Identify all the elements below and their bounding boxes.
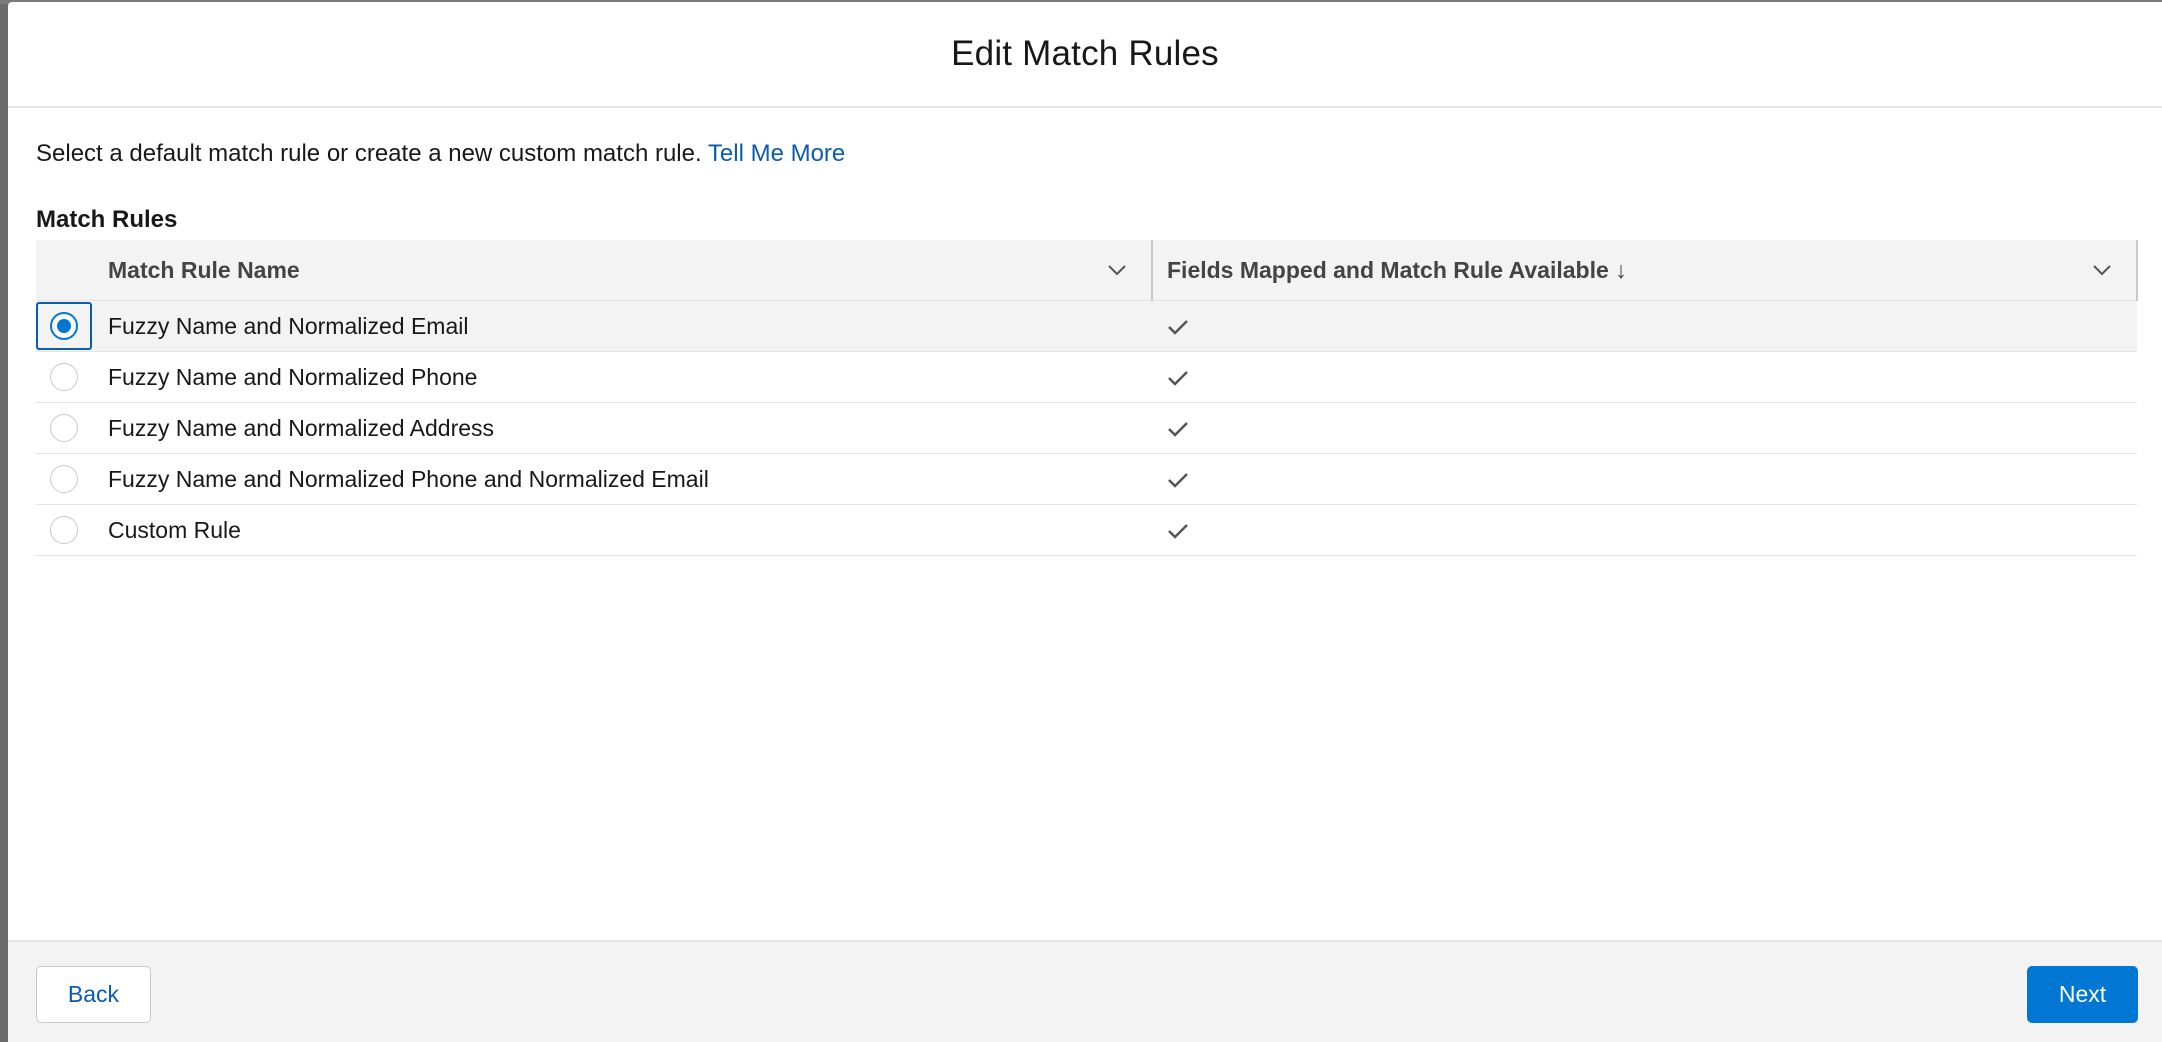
modal-title: Edit Match Rules xyxy=(951,34,1219,73)
table-row[interactable]: Fuzzy Name and Normalized Phone and Norm… xyxy=(36,453,2137,505)
column-header-match-rule-name[interactable]: Match Rule Name xyxy=(106,240,1152,301)
chevron-down-icon[interactable] xyxy=(1105,258,1129,282)
checkmark-icon xyxy=(1168,320,1188,336)
column-header-fields-mapped[interactable]: Fields Mapped and Match Rule Available ↓ xyxy=(1151,240,2138,301)
chevron-down-icon[interactable] xyxy=(2090,258,2114,282)
match-rule-name: Fuzzy Name and Normalized Address xyxy=(106,402,1152,454)
modal-footer: Back Next xyxy=(8,940,2162,1042)
radio-column-header xyxy=(36,240,106,301)
match-rule-name: Fuzzy Name and Normalized Phone xyxy=(106,351,1152,403)
match-rule-name: Fuzzy Name and Normalized Phone and Norm… xyxy=(106,453,1152,505)
table-row[interactable]: Fuzzy Name and Normalized Email xyxy=(36,300,2137,352)
edit-match-rules-modal: Edit Match Rules Select a default match … xyxy=(8,2,2162,1042)
radio-button-selected[interactable] xyxy=(50,312,78,340)
table-header-row: Match Rule Name Fields Mapped and Match … xyxy=(36,240,2138,301)
modal-header: Edit Match Rules xyxy=(8,2,2162,108)
column-label-match-rule-name: Match Rule Name xyxy=(108,256,300,283)
next-button[interactable]: Next xyxy=(2027,966,2138,1023)
match-rules-table: Match Rule Name Fields Mapped and Match … xyxy=(36,240,2138,556)
column-label-fields-mapped: Fields Mapped and Match Rule Available ↓ xyxy=(1167,256,1627,283)
table-row[interactable]: Custom Rule xyxy=(36,504,2137,556)
checkmark-icon xyxy=(1168,473,1188,489)
radio-button[interactable] xyxy=(50,363,78,391)
radio-button[interactable] xyxy=(50,516,78,544)
modal-body: Select a default match rule or create a … xyxy=(8,108,2162,940)
tell-me-more-link[interactable]: Tell Me More xyxy=(708,140,845,167)
checkmark-icon xyxy=(1168,422,1188,438)
checkmark-icon xyxy=(1168,524,1188,540)
match-rule-name: Custom Rule xyxy=(106,504,1152,556)
match-rules-heading: Match Rules xyxy=(36,206,178,233)
radio-button[interactable] xyxy=(50,465,78,493)
radio-button[interactable] xyxy=(50,414,78,442)
table-row[interactable]: Fuzzy Name and Normalized Address xyxy=(36,402,2137,454)
intro-text-line: Select a default match rule or create a … xyxy=(36,108,2162,168)
background-page xyxy=(0,0,8,1042)
match-rule-name: Fuzzy Name and Normalized Email xyxy=(106,300,1152,352)
table-row[interactable]: Fuzzy Name and Normalized Phone xyxy=(36,351,2137,403)
intro-text: Select a default match rule or create a … xyxy=(36,140,702,167)
back-button[interactable]: Back xyxy=(36,966,151,1023)
checkmark-icon xyxy=(1168,371,1188,387)
